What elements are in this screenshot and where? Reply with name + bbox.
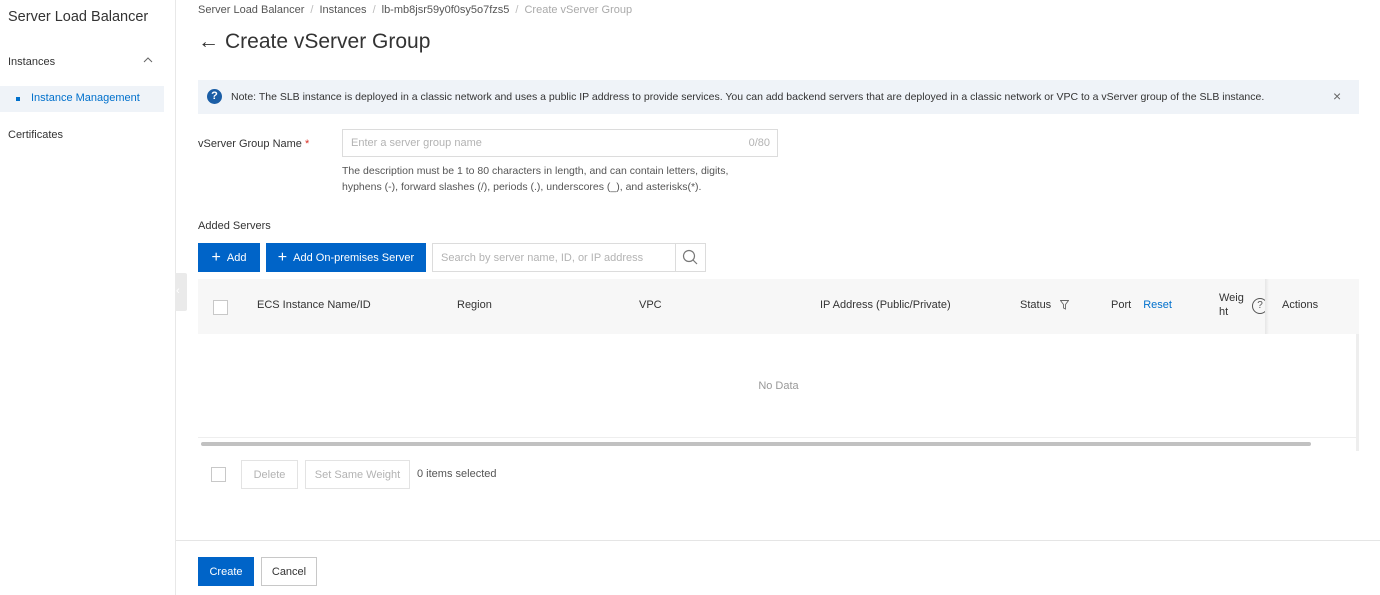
vserver-group-name-input[interactable] xyxy=(343,130,733,156)
server-search-input[interactable] xyxy=(433,244,677,271)
breadcrumb: Server Load Balancer / Instances / lb-mb8jsr… xyxy=(198,4,632,16)
fixed-column-divider xyxy=(1265,279,1269,334)
column-header-status: Status xyxy=(1020,299,1070,311)
plus-icon: + xyxy=(211,248,221,266)
select-all-checkbox[interactable] xyxy=(213,300,228,315)
close-icon[interactable]: × xyxy=(1333,88,1341,104)
add-on-premises-server-button[interactable]: + Add On-premises Server xyxy=(266,243,426,272)
sidebar-item-label: Instance Management xyxy=(31,92,140,104)
breadcrumb-current: Create vServer Group xyxy=(524,4,633,16)
breadcrumb-item-instances[interactable]: Instances xyxy=(319,4,366,16)
column-header-ip: IP Address (Public/Private) xyxy=(820,299,951,311)
add-label: Add xyxy=(226,251,247,264)
port-label: Port xyxy=(1111,299,1132,311)
sidebar-group-label: Instances xyxy=(8,56,56,68)
table-header: ECS Instance Name/ID Region VPC IP Addre… xyxy=(198,279,1359,334)
column-header-name: ECS Instance Name/ID xyxy=(257,299,371,311)
sidebar-collapse-handle[interactable]: ‹ xyxy=(175,273,187,311)
plus-icon: + xyxy=(277,248,288,266)
breadcrumb-item-instance-id[interactable]: lb-mb8jsr59y0f0sy5o7fzs5 xyxy=(382,4,510,16)
breadcrumb-separator: / xyxy=(372,4,376,16)
column-header-port: Port Reset xyxy=(1111,299,1172,311)
field-label-text: vServer Group Name xyxy=(198,138,302,150)
added-servers-label: Added Servers xyxy=(198,220,271,232)
cancel-button[interactable]: Cancel xyxy=(261,557,317,586)
page-title-text: Create vServer Group xyxy=(225,30,431,53)
selected-count: 0 items selected xyxy=(417,468,497,480)
sidebar-item-certificates[interactable]: Certificates xyxy=(8,129,63,141)
server-search xyxy=(432,243,706,272)
set-same-weight-button[interactable]: Set Same Weight xyxy=(305,460,410,489)
fixed-column-shadow xyxy=(1356,334,1359,451)
breadcrumb-separator: / xyxy=(515,4,519,16)
weight-label-line-2: ht xyxy=(1219,306,1229,318)
reset-link[interactable]: Reset xyxy=(1143,299,1172,311)
servers-table: ECS Instance Name/ID Region VPC IP Addre… xyxy=(198,279,1359,451)
search-icon xyxy=(682,249,698,265)
sidebar-title: Server Load Balancer xyxy=(8,9,149,25)
vserver-group-name-field[interactable]: 0/80 xyxy=(342,129,778,157)
add-onprem-label: Add On-premises Server xyxy=(293,251,415,264)
empty-state: No Data xyxy=(758,380,799,392)
breadcrumb-item-slb[interactable]: Server Load Balancer xyxy=(198,4,304,16)
horizontal-scrollbar[interactable] xyxy=(201,442,1311,446)
table-divider xyxy=(198,437,1359,438)
sidebar: Server Load Balancer Instances Instance … xyxy=(0,0,176,595)
column-header-region: Region xyxy=(457,299,492,311)
column-header-actions: Actions xyxy=(1282,299,1319,311)
search-button[interactable] xyxy=(675,244,705,271)
column-header-vpc: VPC xyxy=(639,299,662,311)
bulk-select-checkbox[interactable] xyxy=(211,467,226,482)
chevron-up-icon xyxy=(143,57,153,63)
chevron-left-icon: ‹ xyxy=(176,285,180,297)
vserver-group-name-label: vServer Group Name * xyxy=(198,138,309,150)
add-server-button[interactable]: + Add xyxy=(198,243,260,272)
delete-button[interactable]: Delete xyxy=(241,460,298,489)
notice-banner: ? Note: The SLB instance is deployed in … xyxy=(198,80,1359,114)
notice-text: Note: The SLB instance is deployed in a … xyxy=(231,91,1265,103)
bullet-icon xyxy=(16,97,20,101)
sidebar-group-instances[interactable]: Instances xyxy=(0,54,164,70)
create-button[interactable]: Create xyxy=(198,557,254,586)
required-mark: * xyxy=(304,138,310,150)
sidebar-item-instance-management[interactable]: Instance Management xyxy=(0,86,164,112)
help-circle-icon: ? xyxy=(207,89,222,104)
character-counter: 0/80 xyxy=(748,137,770,149)
weight-label-line-1: Weig xyxy=(1219,292,1244,304)
status-label: Status xyxy=(1020,299,1052,311)
hint-line-2: hyphens (-), forward slashes (/), period… xyxy=(342,181,702,193)
breadcrumb-separator: / xyxy=(310,4,314,16)
back-arrow-icon[interactable]: ← xyxy=(198,30,219,54)
hint-line-1: The description must be 1 to 80 characte… xyxy=(342,165,729,177)
filter-icon[interactable] xyxy=(1060,300,1070,310)
page-title: ← Create vServer Group xyxy=(198,30,430,54)
name-hint: The description must be 1 to 80 characte… xyxy=(342,163,762,195)
column-header-weight: Weig ht xyxy=(1219,291,1244,319)
footer-bar xyxy=(176,540,1380,595)
